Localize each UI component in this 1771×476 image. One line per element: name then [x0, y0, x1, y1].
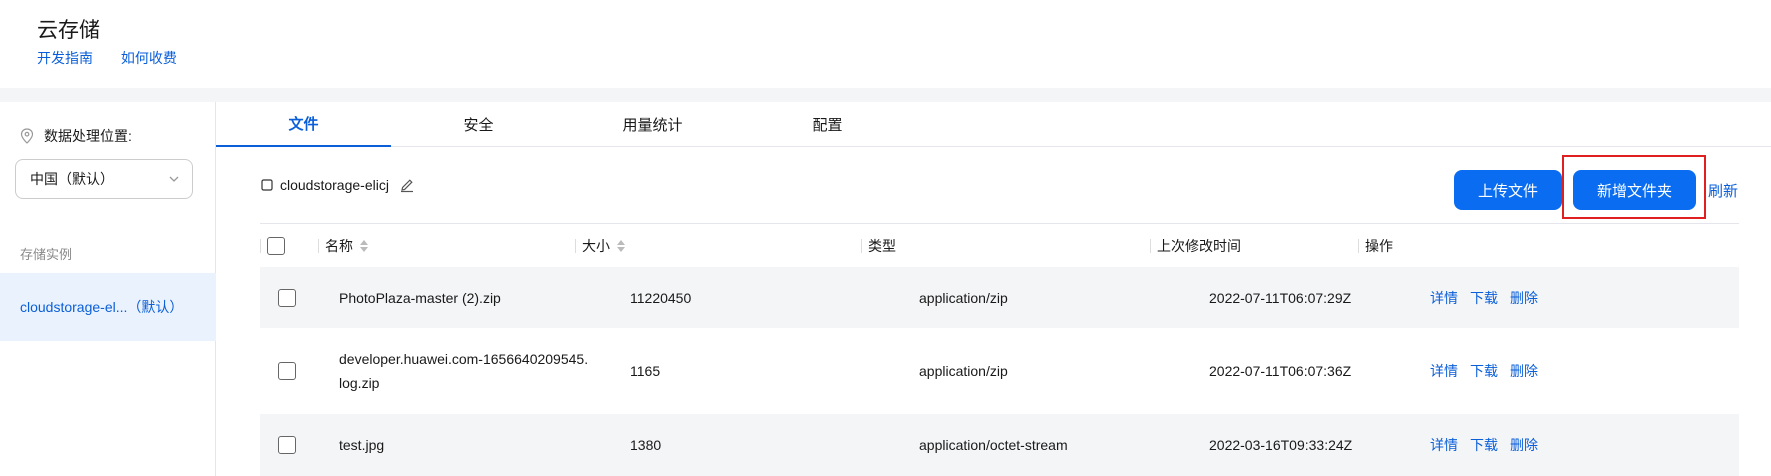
- row-checkbox[interactable]: [278, 362, 296, 380]
- row-actions: 详情 下载 删除: [1430, 328, 1550, 414]
- file-modified: 2022-03-16T09:33:24Z: [1209, 437, 1353, 453]
- tab-security[interactable]: 安全: [391, 102, 566, 147]
- download-link[interactable]: 下载: [1470, 288, 1498, 308]
- column-header-size[interactable]: 大小: [575, 224, 626, 268]
- details-link[interactable]: 详情: [1430, 288, 1458, 308]
- new-folder-button[interactable]: 新增文件夹: [1573, 170, 1696, 210]
- table-header: 名称 大小 类型 上次修改时间 操作: [260, 223, 1739, 267]
- column-separator: [318, 239, 319, 253]
- page-header: 云存储 开发指南 如何收费: [0, 0, 1771, 88]
- select-all-checkbox[interactable]: [267, 237, 285, 255]
- dev-guide-link[interactable]: 开发指南: [37, 50, 93, 66]
- row-actions: 详情 下载 删除: [1430, 414, 1550, 476]
- file-modified: 2022-07-11T06:07:29Z: [1209, 289, 1352, 306]
- row-actions: 详情 下载 删除: [1430, 267, 1550, 328]
- files-table: 名称 大小 类型 上次修改时间 操作 PhotoPlaza-master (2)…: [260, 223, 1739, 476]
- column-separator: [1358, 239, 1359, 253]
- column-actions-label: 操作: [1365, 238, 1393, 254]
- details-link[interactable]: 详情: [1430, 435, 1458, 455]
- row-checkbox[interactable]: [278, 436, 296, 454]
- section-divider: [0, 88, 1771, 102]
- column-header-type: 类型: [861, 224, 896, 268]
- region-label: 数据处理位置:: [20, 126, 132, 146]
- location-pin-icon: [20, 128, 34, 144]
- page-title: 云存储: [37, 19, 100, 42]
- column-header-name[interactable]: 名称: [318, 224, 369, 268]
- delete-link[interactable]: 删除: [1510, 361, 1538, 381]
- file-size: 11220450: [630, 289, 692, 306]
- edit-icon[interactable]: [399, 177, 415, 193]
- tab-config[interactable]: 配置: [740, 102, 915, 147]
- file-modified: 2022-07-11T06:07:36Z: [1209, 363, 1352, 379]
- column-separator: [575, 239, 576, 253]
- file-name: test.jpg: [339, 437, 385, 453]
- sidebar-item-instance[interactable]: cloudstorage-el...（默认）: [0, 273, 216, 341]
- column-header-modified: 上次修改时间: [1150, 224, 1241, 268]
- instances-label: 存储实例: [20, 247, 73, 262]
- file-size: 1165: [630, 363, 661, 379]
- tab-usage-stats[interactable]: 用量统计: [565, 102, 740, 147]
- download-link[interactable]: 下载: [1470, 361, 1498, 381]
- column-size-label: 大小: [582, 238, 610, 254]
- bucket-breadcrumb: cloudstorage-elicj: [260, 177, 421, 193]
- region-select-value: 中国（默认）: [30, 171, 114, 187]
- file-name: PhotoPlaza-master (2).zip: [339, 289, 501, 306]
- bucket-name: cloudstorage-elicj: [280, 177, 389, 193]
- table-row[interactable]: PhotoPlaza-master (2).zip 11220450 appli…: [260, 267, 1739, 328]
- column-header-actions: 操作: [1358, 224, 1393, 268]
- pricing-link[interactable]: 如何收费: [121, 50, 177, 66]
- bucket-icon: [261, 179, 273, 191]
- file-type: application/octet-stream: [919, 437, 1068, 453]
- region-label-text: 数据处理位置:: [44, 128, 132, 144]
- tab-bar: 文件 安全 用量统计 配置: [216, 102, 1771, 147]
- sort-icon[interactable]: [616, 239, 626, 253]
- column-name-label: 名称: [325, 238, 353, 254]
- upload-file-button[interactable]: 上传文件: [1454, 170, 1562, 210]
- table-row[interactable]: test.jpg 1380 application/octet-stream 2…: [260, 414, 1739, 476]
- chevron-down-icon: [169, 176, 179, 182]
- file-type: application/zip: [919, 289, 1008, 306]
- sort-icon[interactable]: [359, 239, 369, 253]
- column-separator: [260, 239, 261, 253]
- delete-link[interactable]: 删除: [1510, 435, 1538, 455]
- delete-link[interactable]: 删除: [1510, 288, 1538, 308]
- region-select[interactable]: 中国（默认）: [15, 159, 193, 199]
- main-content: 文件 安全 用量统计 配置 cloudstorage-elicj 上传文件 新增…: [216, 102, 1771, 476]
- row-checkbox[interactable]: [278, 288, 296, 307]
- column-modified-label: 上次修改时间: [1157, 238, 1241, 254]
- file-name: developer.huawei.com-1656640209545.log.z…: [339, 351, 589, 391]
- file-size: 1380: [630, 437, 662, 453]
- refresh-link[interactable]: 刷新: [1708, 180, 1738, 201]
- header-select-cell: [260, 224, 285, 268]
- download-link[interactable]: 下载: [1470, 435, 1498, 455]
- column-separator: [861, 239, 862, 253]
- column-separator: [1150, 239, 1151, 253]
- header-links: 开发指南 如何收费: [37, 48, 201, 68]
- sidebar: 数据处理位置: 中国（默认） 存储实例 cloudstorage-el...（默…: [0, 102, 216, 476]
- table-row[interactable]: developer.huawei.com-1656640209545.log.z…: [260, 328, 1739, 414]
- details-link[interactable]: 详情: [1430, 361, 1458, 381]
- column-type-label: 类型: [868, 238, 896, 254]
- tab-files[interactable]: 文件: [216, 102, 391, 147]
- file-type: application/zip: [919, 363, 1008, 379]
